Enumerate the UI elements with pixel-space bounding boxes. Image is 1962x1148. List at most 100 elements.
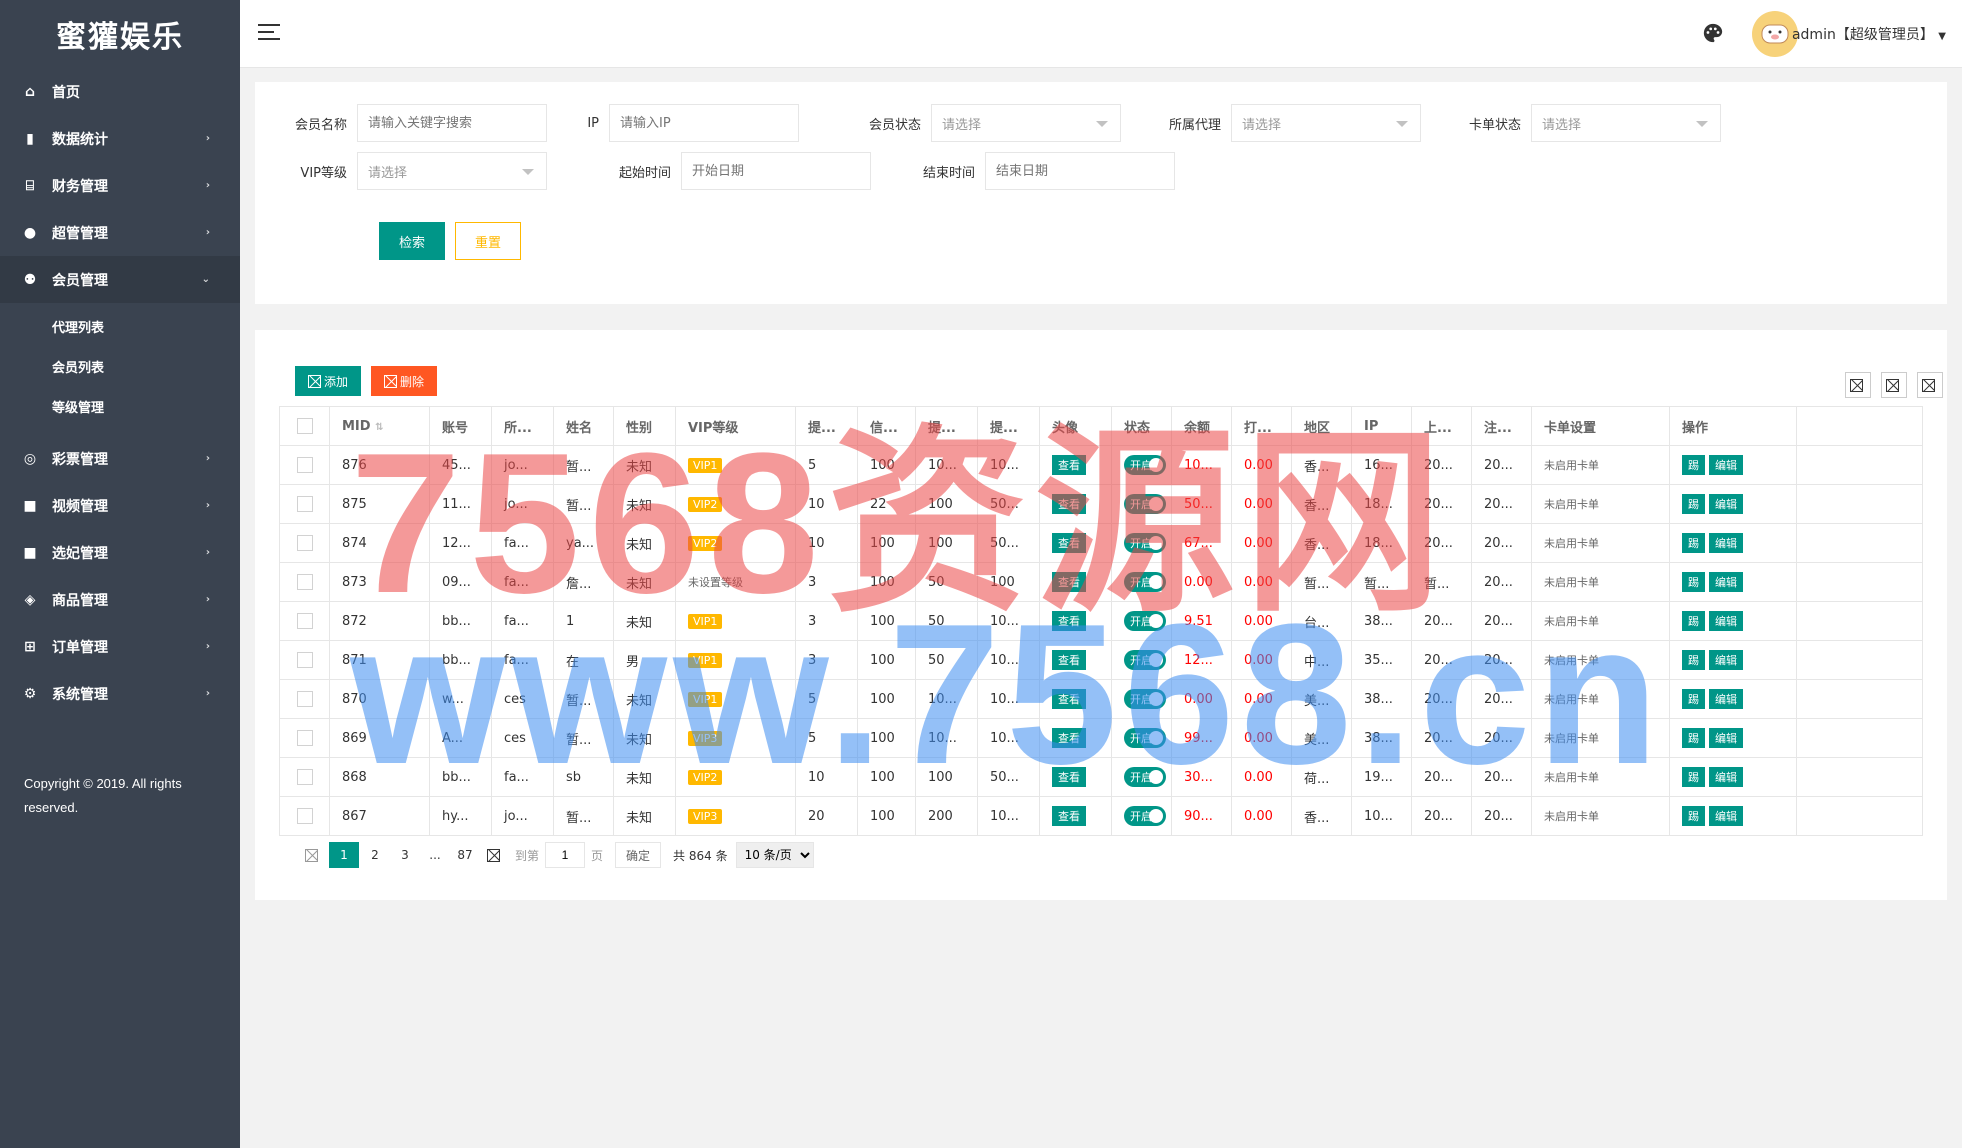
status-toggle[interactable]: 开启 bbox=[1124, 728, 1166, 748]
row-checkbox[interactable] bbox=[296, 613, 313, 629]
goto-page-input[interactable] bbox=[545, 842, 586, 868]
view-avatar-button[interactable]: 查看 bbox=[1052, 533, 1086, 553]
view-avatar-button[interactable]: 查看 bbox=[1052, 455, 1086, 475]
next-page-icon[interactable] bbox=[481, 842, 509, 868]
vip-select[interactable]: 请选择 bbox=[357, 152, 547, 190]
end-date-input[interactable] bbox=[985, 152, 1175, 190]
per-page-select[interactable]: 10 条/页 bbox=[735, 842, 814, 868]
sidebar-item-1[interactable]: ▮ 数据统计 › bbox=[0, 115, 240, 162]
kick-button[interactable]: 踢 bbox=[1682, 494, 1705, 514]
edit-button[interactable]: 编辑 bbox=[1709, 689, 1743, 709]
delete-row-button[interactable]: 删除 bbox=[1785, 650, 1796, 670]
page-2[interactable]: 3 bbox=[391, 842, 419, 868]
view-avatar-button[interactable]: 查看 bbox=[1052, 650, 1086, 670]
kick-button[interactable]: 踢 bbox=[1682, 533, 1705, 553]
sidebar-subitem-2[interactable]: 等级管理 bbox=[0, 389, 240, 429]
sidebar-item-8[interactable]: ◈ 商品管理 › bbox=[0, 576, 240, 623]
row-checkbox[interactable] bbox=[296, 457, 313, 473]
status-toggle[interactable]: 开启 bbox=[1124, 689, 1166, 709]
edit-button[interactable]: 编辑 bbox=[1709, 455, 1743, 475]
kick-button[interactable]: 踢 bbox=[1682, 650, 1705, 670]
view-avatar-button[interactable]: 查看 bbox=[1052, 494, 1086, 514]
row-checkbox[interactable] bbox=[296, 769, 313, 785]
kick-button[interactable]: 踢 bbox=[1682, 572, 1705, 592]
search-button[interactable]: 检索 bbox=[379, 222, 445, 260]
delete-button[interactable]: 删除 bbox=[371, 366, 437, 396]
reset-button[interactable]: 重置 bbox=[455, 222, 521, 260]
edit-button[interactable]: 编辑 bbox=[1709, 767, 1743, 787]
member-name-input[interactable] bbox=[357, 104, 547, 142]
kick-button[interactable]: 踢 bbox=[1682, 767, 1705, 787]
sidebar-item-4[interactable]: ⚉ 会员管理 ⌄ bbox=[0, 256, 240, 303]
delete-row-button[interactable]: 删除 bbox=[1785, 455, 1796, 475]
sidebar-item-5[interactable]: ◎ 彩票管理 › bbox=[0, 435, 240, 482]
row-checkbox[interactable] bbox=[296, 691, 313, 707]
export-icon[interactable] bbox=[1881, 372, 1907, 398]
kick-button[interactable]: 踢 bbox=[1682, 728, 1705, 748]
delete-row-button[interactable]: 删除 bbox=[1785, 689, 1796, 709]
add-button[interactable]: 添加 bbox=[295, 366, 361, 396]
view-avatar-button[interactable]: 查看 bbox=[1052, 572, 1086, 592]
delete-row-button[interactable]: 删除 bbox=[1785, 767, 1796, 787]
row-checkbox[interactable] bbox=[296, 808, 313, 824]
edit-button[interactable]: 编辑 bbox=[1709, 728, 1743, 748]
status-toggle[interactable]: 开启 bbox=[1124, 611, 1166, 631]
edit-button[interactable]: 编辑 bbox=[1709, 806, 1743, 826]
view-avatar-button[interactable]: 查看 bbox=[1052, 728, 1086, 748]
status-toggle[interactable]: 开启 bbox=[1124, 767, 1166, 787]
view-avatar-button[interactable]: 查看 bbox=[1052, 806, 1086, 826]
kick-button[interactable]: 踢 bbox=[1682, 455, 1705, 475]
page-1[interactable]: 2 bbox=[361, 842, 389, 868]
view-avatar-button[interactable]: 查看 bbox=[1052, 611, 1086, 631]
sidebar-item-0[interactable]: ⌂ 首页 bbox=[0, 68, 240, 115]
kick-button[interactable]: 踢 bbox=[1682, 689, 1705, 709]
status-toggle[interactable]: 开启 bbox=[1124, 572, 1166, 592]
filter-columns-icon[interactable] bbox=[1845, 372, 1871, 398]
delete-row-button[interactable]: 删除 bbox=[1785, 611, 1796, 631]
delete-row-button[interactable]: 删除 bbox=[1785, 728, 1796, 748]
palette-icon[interactable] bbox=[1702, 22, 1724, 44]
sidebar-item-2[interactable]: ⌸ 财务管理 › bbox=[0, 162, 240, 209]
delete-row-button[interactable]: 删除 bbox=[1785, 572, 1796, 592]
prev-page-icon[interactable] bbox=[299, 842, 327, 868]
kick-button[interactable]: 踢 bbox=[1682, 806, 1705, 826]
status-toggle[interactable]: 开启 bbox=[1124, 806, 1166, 826]
user-menu[interactable]: admin【超级管理员】 ▼ bbox=[1792, 24, 1946, 44]
status-toggle[interactable]: 开启 bbox=[1124, 455, 1166, 475]
delete-row-button[interactable]: 删除 bbox=[1785, 533, 1796, 553]
row-checkbox[interactable] bbox=[296, 574, 313, 590]
view-avatar-button[interactable]: 查看 bbox=[1052, 767, 1086, 787]
sidebar-item-7[interactable]: ■ 选妃管理 › bbox=[0, 529, 240, 576]
edit-button[interactable]: 编辑 bbox=[1709, 533, 1743, 553]
row-checkbox[interactable] bbox=[296, 730, 313, 746]
sidebar-subitem-0[interactable]: 代理列表 bbox=[0, 309, 240, 349]
menu-toggle-icon[interactable] bbox=[258, 24, 280, 42]
sidebar-item-9[interactable]: ⊞ 订单管理 › bbox=[0, 623, 240, 670]
start-date-input[interactable] bbox=[681, 152, 871, 190]
sidebar-item-6[interactable]: ■ 视频管理 › bbox=[0, 482, 240, 529]
row-checkbox[interactable] bbox=[296, 496, 313, 512]
card-status-select[interactable]: 请选择 bbox=[1531, 104, 1721, 142]
sort-icon[interactable]: ⇅ bbox=[375, 422, 383, 433]
delete-row-button[interactable]: 删除 bbox=[1785, 494, 1796, 514]
status-toggle[interactable]: 开启 bbox=[1124, 494, 1166, 514]
edit-button[interactable]: 编辑 bbox=[1709, 494, 1743, 514]
agent-select[interactable]: 请选择 bbox=[1231, 104, 1421, 142]
member-status-select[interactable]: 请选择 bbox=[931, 104, 1121, 142]
edit-button[interactable]: 编辑 bbox=[1709, 611, 1743, 631]
status-toggle[interactable]: 开启 bbox=[1124, 650, 1166, 670]
row-checkbox[interactable] bbox=[296, 535, 313, 551]
goto-confirm-button[interactable]: 确定 bbox=[615, 842, 662, 868]
sidebar-item-10[interactable]: ⚙ 系统管理 › bbox=[0, 670, 240, 717]
status-toggle[interactable]: 开启 bbox=[1124, 533, 1166, 553]
kick-button[interactable]: 踢 bbox=[1682, 611, 1705, 631]
edit-button[interactable]: 编辑 bbox=[1709, 572, 1743, 592]
page-0[interactable]: 1 bbox=[329, 842, 359, 868]
page-4[interactable]: 87 bbox=[451, 842, 479, 868]
column-header[interactable]: MID ⇅ bbox=[329, 406, 430, 446]
edit-button[interactable]: 编辑 bbox=[1709, 650, 1743, 670]
print-icon[interactable] bbox=[1917, 372, 1943, 398]
sidebar-subitem-1[interactable]: 会员列表 bbox=[0, 349, 240, 389]
ip-input[interactable] bbox=[609, 104, 799, 142]
view-avatar-button[interactable]: 查看 bbox=[1052, 689, 1086, 709]
